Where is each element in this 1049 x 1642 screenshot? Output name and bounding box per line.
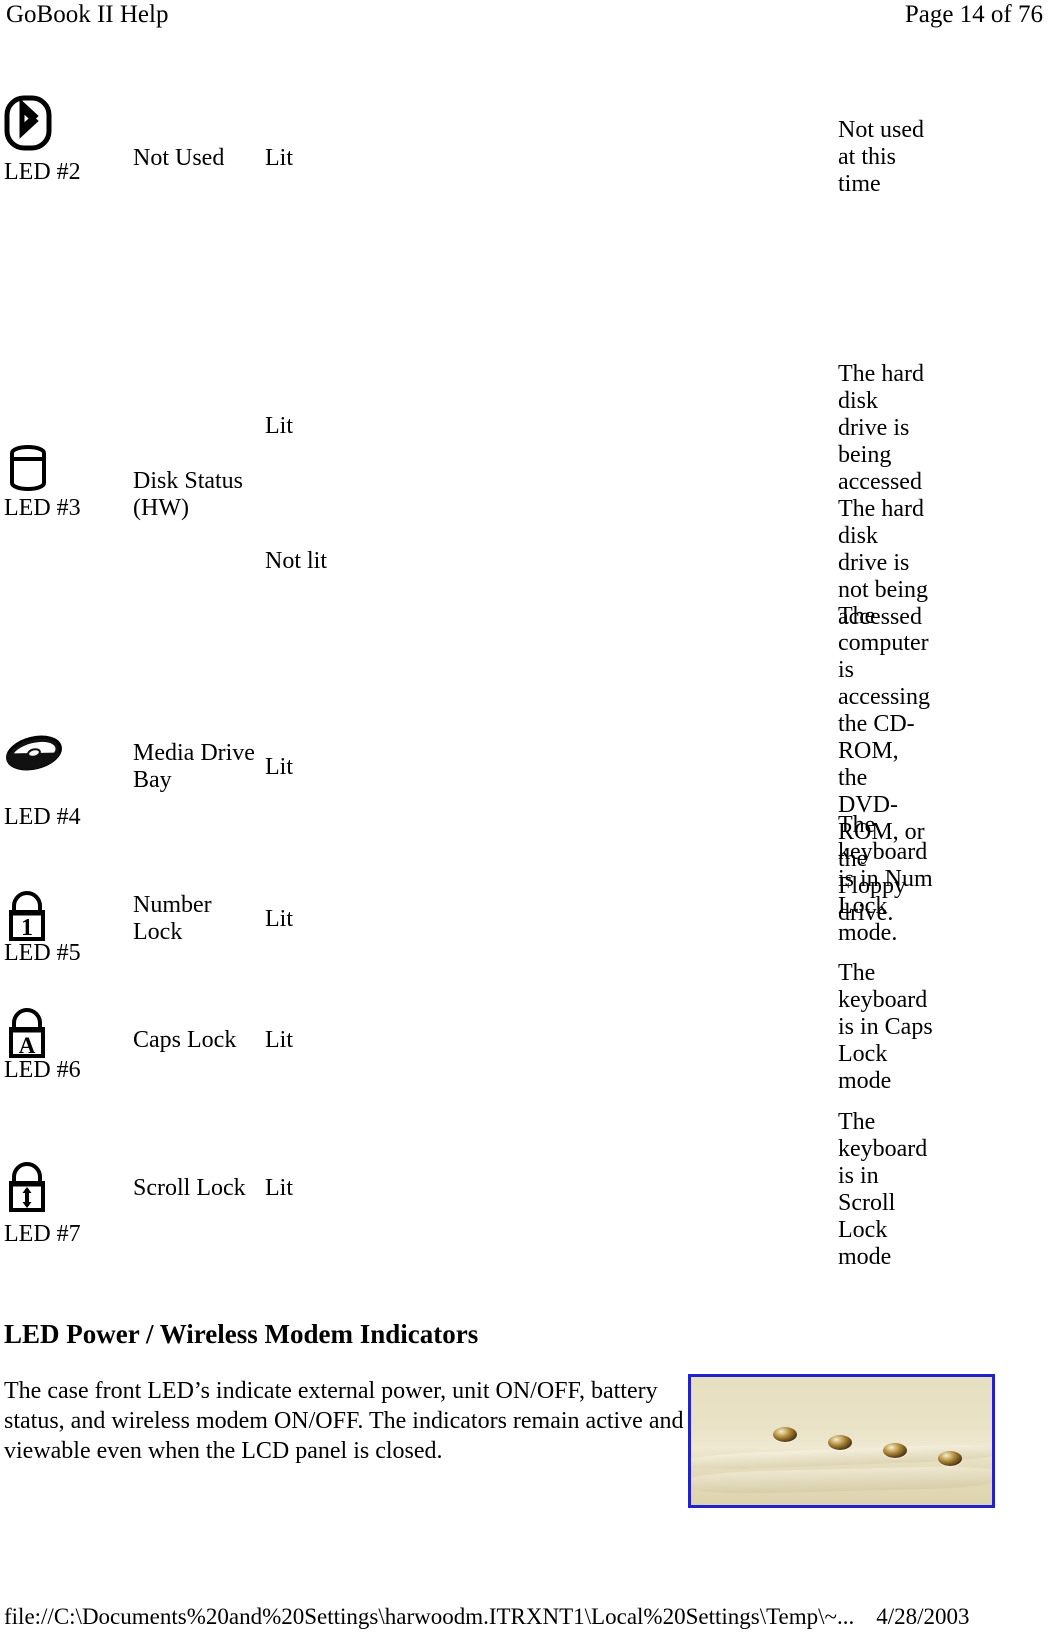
table-row: LED #2 Not Used Lit Not used at this tim… [0,95,1049,228]
led-description: The keyboard is in Caps Lock mode [838,960,933,1094]
led-description: The keyboard is in Scroll Lock mode [838,1109,928,1270]
svg-text:A: A [19,1033,36,1058]
led-icon-cell: LED #4 [4,732,129,831]
led-state: Lit [265,906,293,932]
led-icon-cell: LED #7 [4,1161,129,1248]
optical-disc-icon [4,732,62,780]
scroll-lock-icon [4,1161,52,1212]
led-number-label: LED #4 [4,804,81,830]
photo-led-dot [773,1427,797,1442]
bluetooth-icon [4,95,52,151]
led-icon-cell: 1 LED #5 [4,890,129,967]
led-number-label: LED #6 [4,1057,81,1083]
led-description: The keyboard is in Num Lock mode. [838,812,933,946]
led-name: Scroll Lock [133,1175,246,1201]
svg-text:1: 1 [21,915,33,941]
led-number-label: LED #2 [4,159,81,185]
led-number-label: LED #5 [4,940,81,966]
photo-surface [691,1377,992,1505]
table-row: LED #3 Disk Status (HW) Lit The hard dis… [0,228,1049,630]
led-indicator-table: LED #2 Not Used Lit Not used at this tim… [0,95,1049,1337]
photo-led-dot [883,1443,907,1458]
caps-lock-icon: A [4,1007,52,1058]
source-file-path: file://C:\Documents%20and%20Settings\har… [4,1604,855,1629]
table-row: LED #7 Scroll Lock Lit The keyboard is i… [0,1109,1049,1337]
led-icon-cell: A LED #6 [4,1007,129,1084]
led-name: Not Used [133,145,225,171]
table-row: LED #4 Media Drive Bay Lit The computer … [0,578,1049,926]
photo-ridge-lower [691,1465,992,1496]
photo-led-dot [828,1435,852,1450]
led-state: Lit [265,1175,293,1201]
photo-led-dot [938,1451,962,1466]
page-number: Page 14 of 76 [904,1,1043,28]
led-state: Lit [265,754,293,780]
led-state: Lit [265,1027,293,1053]
page-header: GoBook II Help Page 14 of 76 [0,0,1049,34]
led-name: Disk Status (HW) [133,468,244,521]
led-icon-cell: LED #2 [4,95,129,186]
led-number-label: LED #7 [4,1221,81,1247]
case-front-led-indicators-photo [688,1374,995,1508]
led-name: Caps Lock [133,1027,237,1053]
section-paragraph: The case front LED’s indicate external p… [4,1378,684,1464]
led-number-label: LED #3 [4,495,81,521]
num-lock-icon: 1 [4,890,52,941]
led-name: Number Lock [133,892,212,945]
led-name: Media Drive Bay [133,740,255,793]
print-date: 4/28/2003 [876,1604,970,1629]
led-state: Lit [265,145,293,171]
disk-drive-icon [4,443,52,491]
led-state: Not lit [265,548,328,574]
section-heading: LED Power / Wireless Modem Indicators [4,1319,479,1349]
led-icon-cell: LED #3 [4,443,129,522]
led-description: The hard disk drive is being accessed [838,361,924,495]
page-footer: file://C:\Documents%20and%20Settings\har… [0,1600,1049,1634]
led-description: Not used at this time [838,117,924,197]
led-state: Lit [265,413,293,439]
document-title: GoBook II Help [6,1,169,28]
